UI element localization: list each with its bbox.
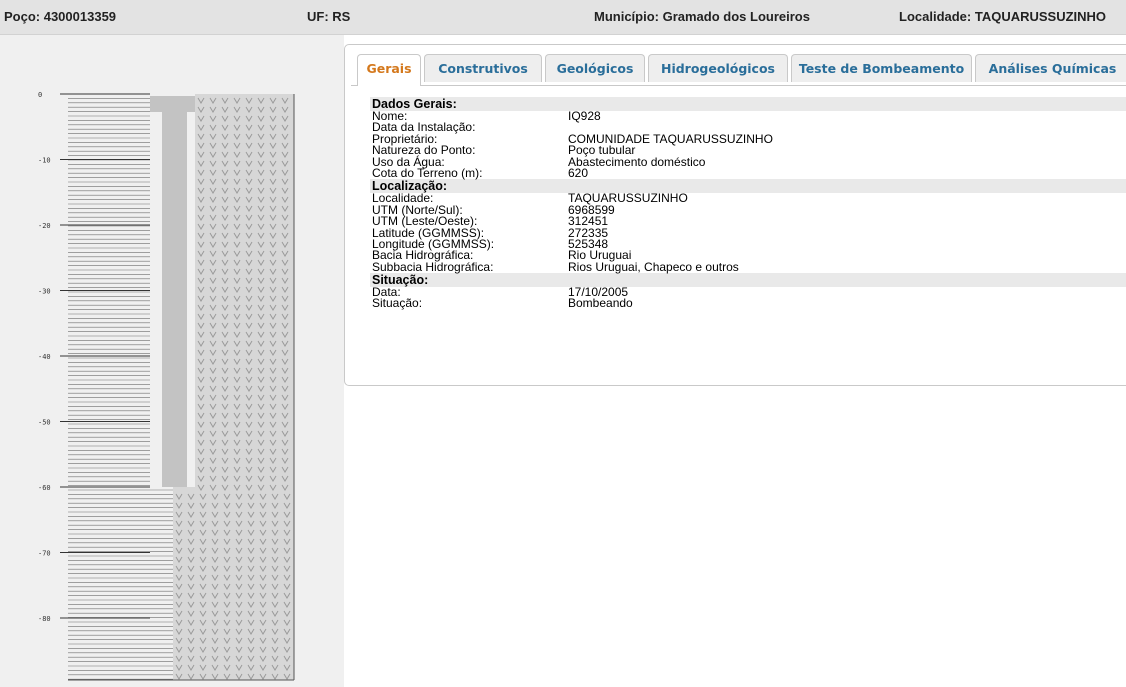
field-value: 620 bbox=[568, 165, 589, 180]
tab-construtivos[interactable]: Construtivos bbox=[424, 54, 542, 82]
section-situacao-title: Situação: bbox=[370, 273, 1126, 288]
depth-label: -20 bbox=[38, 222, 51, 230]
header-bar: Poço: 4300013359 UF: RS Município: Grama… bbox=[0, 0, 1126, 35]
well-profile-diagram: 0 -10 -20 -30 -40 -50 -60 -70 -80 bbox=[38, 91, 295, 681]
info-row: Situação: Bombeando bbox=[370, 296, 1126, 311]
info-row: Longitude (GGMMSS): 525348 bbox=[370, 238, 1126, 250]
info-row: Proprietário: COMUNIDADE TAQUARUSSUZINHO bbox=[370, 133, 1126, 145]
info-row: Uso da Água: Abastecimento doméstico bbox=[370, 154, 1126, 169]
field-value: IQ928 bbox=[568, 109, 601, 123]
tab-hidrogeologicos[interactable]: Hidrogeológicos bbox=[648, 54, 788, 82]
section-localizacao-title: Localização: bbox=[370, 179, 1126, 194]
depth-label: -30 bbox=[38, 288, 51, 296]
field-value: Bombeando bbox=[568, 296, 633, 311]
well-profile-panel: 0 -10 -20 -30 -40 -50 -60 -70 -80 bbox=[0, 35, 344, 687]
field-label: Subbacia Hidrográfica: bbox=[372, 259, 494, 274]
depth-label: -50 bbox=[38, 419, 51, 427]
field-value: Abastecimento doméstico bbox=[568, 154, 706, 169]
info-row: Localidade: TAQUARUSSUZINHO bbox=[370, 192, 1126, 204]
uf-label: UF: RS bbox=[307, 9, 351, 24]
depth-label: 0 bbox=[38, 91, 42, 99]
tab-bar: Gerais Construtivos Geológicos Hidrogeol… bbox=[351, 50, 1126, 86]
section-dados-gerais-title: Dados Gerais: bbox=[370, 97, 1126, 111]
depth-label: -70 bbox=[38, 550, 51, 558]
info-row: UTM (Norte/Sul): 6968599 bbox=[370, 204, 1126, 216]
field-value: Rios Uruguai, Chapeco e outros bbox=[568, 259, 739, 274]
depth-label: -40 bbox=[38, 353, 51, 361]
poco-label: Poço: 4300013359 bbox=[4, 9, 117, 24]
field-label: Situação: bbox=[372, 296, 423, 311]
info-row: Natureza do Ponto: Poço tubular bbox=[370, 144, 1126, 156]
depth-label: -60 bbox=[38, 484, 51, 492]
info-row: Cota do Terreno (m): 620 bbox=[370, 165, 1126, 180]
tab-teste-de-bombeamento[interactable]: Teste de Bombeamento bbox=[791, 54, 972, 82]
rock-column bbox=[195, 94, 294, 680]
municipio-label: Município: Gramado dos Loureiros bbox=[594, 9, 810, 24]
details-panel: Gerais Construtivos Geológicos Hidrogeol… bbox=[344, 44, 1126, 386]
depth-label: -10 bbox=[38, 157, 51, 165]
info-row: Subbacia Hidrográfica: Rios Uruguai, Chap… bbox=[370, 259, 1126, 274]
gerais-content: Dados Gerais: Nome: IQ928 Data da Instala… bbox=[370, 97, 1126, 310]
info-row: Nome: IQ928 bbox=[370, 109, 1126, 123]
info-row: Data: 17/10/2005 bbox=[370, 286, 1126, 298]
casing-pipe bbox=[162, 96, 187, 487]
depth-lines bbox=[68, 93, 173, 680]
tab-gerais[interactable]: Gerais bbox=[357, 54, 421, 86]
depth-label: -80 bbox=[38, 615, 51, 623]
tab-analises-quimicas[interactable]: Análises Químicas bbox=[975, 54, 1126, 82]
tab-geologicos[interactable]: Geológicos bbox=[545, 54, 645, 82]
field-label: Cota do Terreno (m): bbox=[372, 165, 483, 180]
localidade-label: Localidade: TAQUARUSSUZINHO bbox=[899, 9, 1107, 24]
